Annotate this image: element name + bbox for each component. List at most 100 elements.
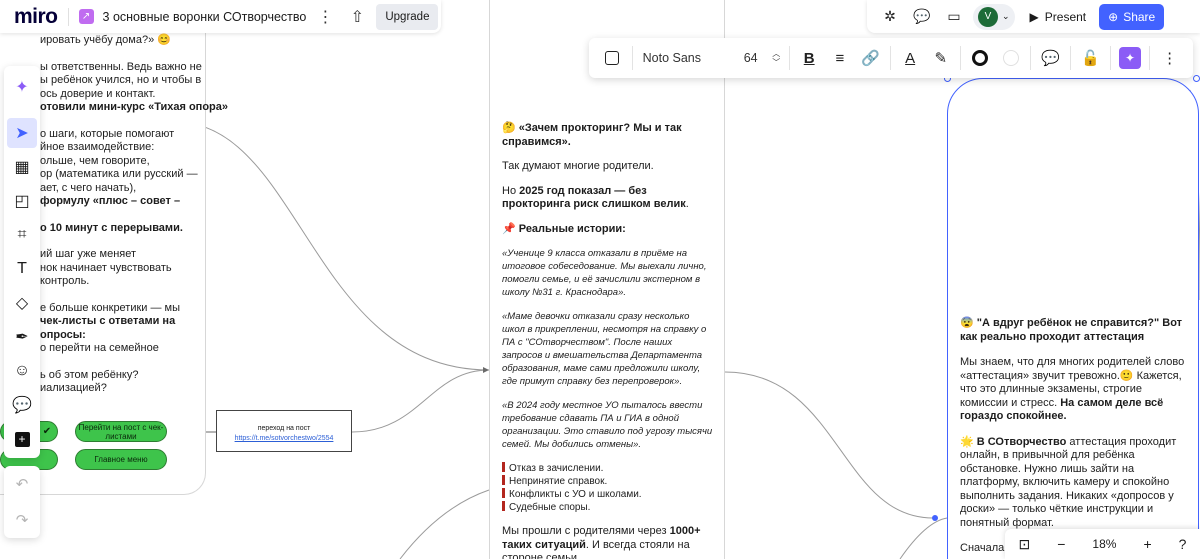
- left-line: контроль.: [40, 275, 90, 287]
- right-p2-bold: 🌟 В СОтворчество: [960, 435, 1067, 448]
- top-right-bar: ✲ 💬 ▭ V ⌄ ▶ Present ⊕ Share: [867, 0, 1200, 33]
- zoom-in-icon[interactable]: +: [1143, 536, 1151, 552]
- link-card-url[interactable]: https://t.me/sotvorchestwo/2554: [235, 435, 334, 442]
- toolbar-divider: [1070, 46, 1072, 70]
- bold-icon[interactable]: B: [794, 43, 825, 73]
- left-line: чек-листы с ответами на: [40, 315, 176, 327]
- more-icon[interactable]: ⋮: [1154, 43, 1185, 73]
- mid-p2-suffix: .: [685, 198, 689, 210]
- text-tool-icon[interactable]: T: [7, 254, 37, 284]
- left-line: ось доверие и контакт.: [40, 87, 156, 100]
- left-line: нок начинает чувствовать: [40, 261, 172, 274]
- left-line: ает, с чего начать),: [40, 181, 137, 194]
- fit-to-screen-icon[interactable]: ⊡: [1019, 536, 1031, 553]
- ai-sparkle-icon[interactable]: ✦: [7, 72, 37, 102]
- upgrade-button[interactable]: Upgrade: [376, 3, 439, 30]
- connector-link-to-mid[interactable]: [351, 369, 490, 433]
- left-line: о перейти на семейное: [40, 342, 159, 354]
- board-icon[interactable]: ↗: [78, 9, 94, 24]
- chevron-down-icon[interactable]: ﹀: [772, 58, 780, 67]
- templates-icon[interactable]: ▦: [7, 152, 37, 182]
- toolbar-divider: [1109, 46, 1111, 70]
- add-more-icon[interactable]: +: [7, 424, 37, 454]
- story-1: «Ученице 9 класса отказали в приёме на и…: [502, 248, 707, 298]
- comments-icon[interactable]: 💬: [909, 4, 935, 30]
- share-label: Share: [1123, 9, 1156, 24]
- font-family-select[interactable]: Noto Sans: [637, 51, 714, 65]
- connector-mid-to-right[interactable]: [724, 371, 936, 519]
- checkmark-icon: ✔: [42, 426, 52, 437]
- share-button[interactable]: ⊕ Share: [1099, 3, 1165, 30]
- chevron-up-icon[interactable]: ︿: [772, 49, 780, 58]
- left-line: отовили мини-курс «Тихая опора»: [40, 101, 229, 113]
- resize-handle-tr[interactable]: [1193, 75, 1200, 82]
- mid-stories-heading: 📌 Реальные истории:: [502, 222, 626, 235]
- comment-tool-icon[interactable]: 💬: [7, 390, 37, 420]
- list-item: Непринятие справок.: [502, 475, 714, 488]
- align-left-icon[interactable]: ≡: [825, 43, 856, 73]
- left-line: ор (математика или русский —: [40, 168, 198, 180]
- connection-dot[interactable]: [932, 515, 938, 521]
- globe-icon: ⊕: [1108, 9, 1119, 24]
- mid-p2-bold: 2025 год показал — без прокторинга риск …: [502, 184, 686, 211]
- collaborators-button[interactable]: V ⌄: [973, 3, 1015, 30]
- left-line: йное взаимодействие:: [40, 141, 155, 153]
- frame-icon[interactable]: ⌗: [7, 220, 37, 250]
- mid-closing-prefix: Мы прошли с родителями через: [502, 525, 670, 537]
- board-header: miro ↗ 3 основные воронки СОтворчество ⋮…: [0, 0, 441, 33]
- left-line: опросы:: [40, 328, 86, 341]
- text-color-icon[interactable]: A: [895, 43, 926, 73]
- mid-heading: 🤔 «Зачем прокторинг? Мы и так справимся»…: [502, 122, 682, 148]
- lock-icon[interactable]: 🔓: [1075, 43, 1106, 73]
- link-card[interactable]: переход на пост https://t.me/sotvorchest…: [216, 410, 352, 452]
- font-size-input[interactable]: 64: [714, 51, 768, 65]
- border-color-icon[interactable]: [965, 43, 996, 73]
- highlight-icon[interactable]: ✎: [925, 43, 956, 73]
- board-canvas[interactable]: ировать учёбу дома?» 😊 ы ответственны. В…: [0, 0, 1200, 559]
- list-item: Конфликты с УО и школами.: [502, 488, 714, 501]
- connector-bottom-mid[interactable]: [399, 489, 490, 559]
- connector-bottom-right[interactable]: [899, 517, 948, 559]
- select-tool-icon[interactable]: ➤: [7, 118, 37, 148]
- video-icon[interactable]: ▭: [941, 4, 967, 30]
- shapes-icon[interactable]: ◇: [7, 288, 37, 318]
- reactions-icon[interactable]: ✲: [877, 4, 903, 30]
- board-title[interactable]: 3 основные воронки СОтворчество: [103, 10, 307, 24]
- export-icon[interactable]: ⇧: [344, 4, 370, 30]
- help-icon[interactable]: ?: [1179, 536, 1187, 552]
- toolbar-divider: [960, 46, 962, 70]
- play-icon: ▶: [1029, 9, 1039, 24]
- toolbar-divider: [631, 46, 633, 70]
- ai-assist-icon[interactable]: ✦: [1115, 43, 1146, 73]
- zoom-out-icon[interactable]: −: [1057, 536, 1065, 552]
- stickers-icon[interactable]: ☺: [7, 356, 37, 386]
- link-icon[interactable]: 🔗: [855, 43, 886, 73]
- zoom-level[interactable]: 18%: [1092, 537, 1116, 551]
- redo-icon[interactable]: ↷: [16, 511, 29, 529]
- undo-icon[interactable]: ↶: [16, 475, 29, 493]
- toolbar-divider: [1149, 46, 1151, 70]
- more-options-icon[interactable]: ⋮: [312, 4, 338, 30]
- font-size-stepper[interactable]: ︿ ﹀: [768, 49, 785, 67]
- sticky-note-icon[interactable]: ◰: [7, 186, 37, 216]
- main-menu-button[interactable]: Главное меню: [75, 449, 167, 470]
- left-line: е больше конкретики — мы: [40, 301, 181, 314]
- toolbar-divider: [1030, 46, 1032, 70]
- fill-color-icon[interactable]: [996, 43, 1027, 73]
- present-button[interactable]: ▶ Present: [1021, 4, 1096, 30]
- checklist-post-button[interactable]: Перейти на пост с чек-листами: [75, 421, 167, 442]
- comment-icon[interactable]: 💬: [1035, 43, 1066, 73]
- left-line: о шаги, которые помогают: [40, 127, 175, 140]
- mid-p2-prefix: Но: [502, 184, 520, 197]
- story-3: «В 2024 году местное УО пыталось ввести …: [502, 400, 713, 450]
- story-2: «Маме девочки отказали сразу несколько ш…: [502, 311, 707, 387]
- right-p2: аттестация проходит онлайн, в привычной …: [960, 435, 1177, 529]
- list-item: Отказ в зачислении.: [502, 462, 714, 475]
- undo-redo-panel: ↶ ↷: [4, 466, 40, 538]
- pen-icon[interactable]: ✒: [7, 322, 37, 352]
- format-toolbar: Noto Sans 64 ︿ ﹀ B ≡ 🔗 A ✎ 💬 🔓 ✦ ⋮: [589, 38, 1193, 78]
- left-line: иализацией?: [40, 382, 107, 394]
- left-line: ы ответственны. Ведь важно не: [40, 60, 202, 73]
- miro-logo[interactable]: miro: [14, 5, 58, 29]
- shape-type-icon[interactable]: [597, 43, 628, 73]
